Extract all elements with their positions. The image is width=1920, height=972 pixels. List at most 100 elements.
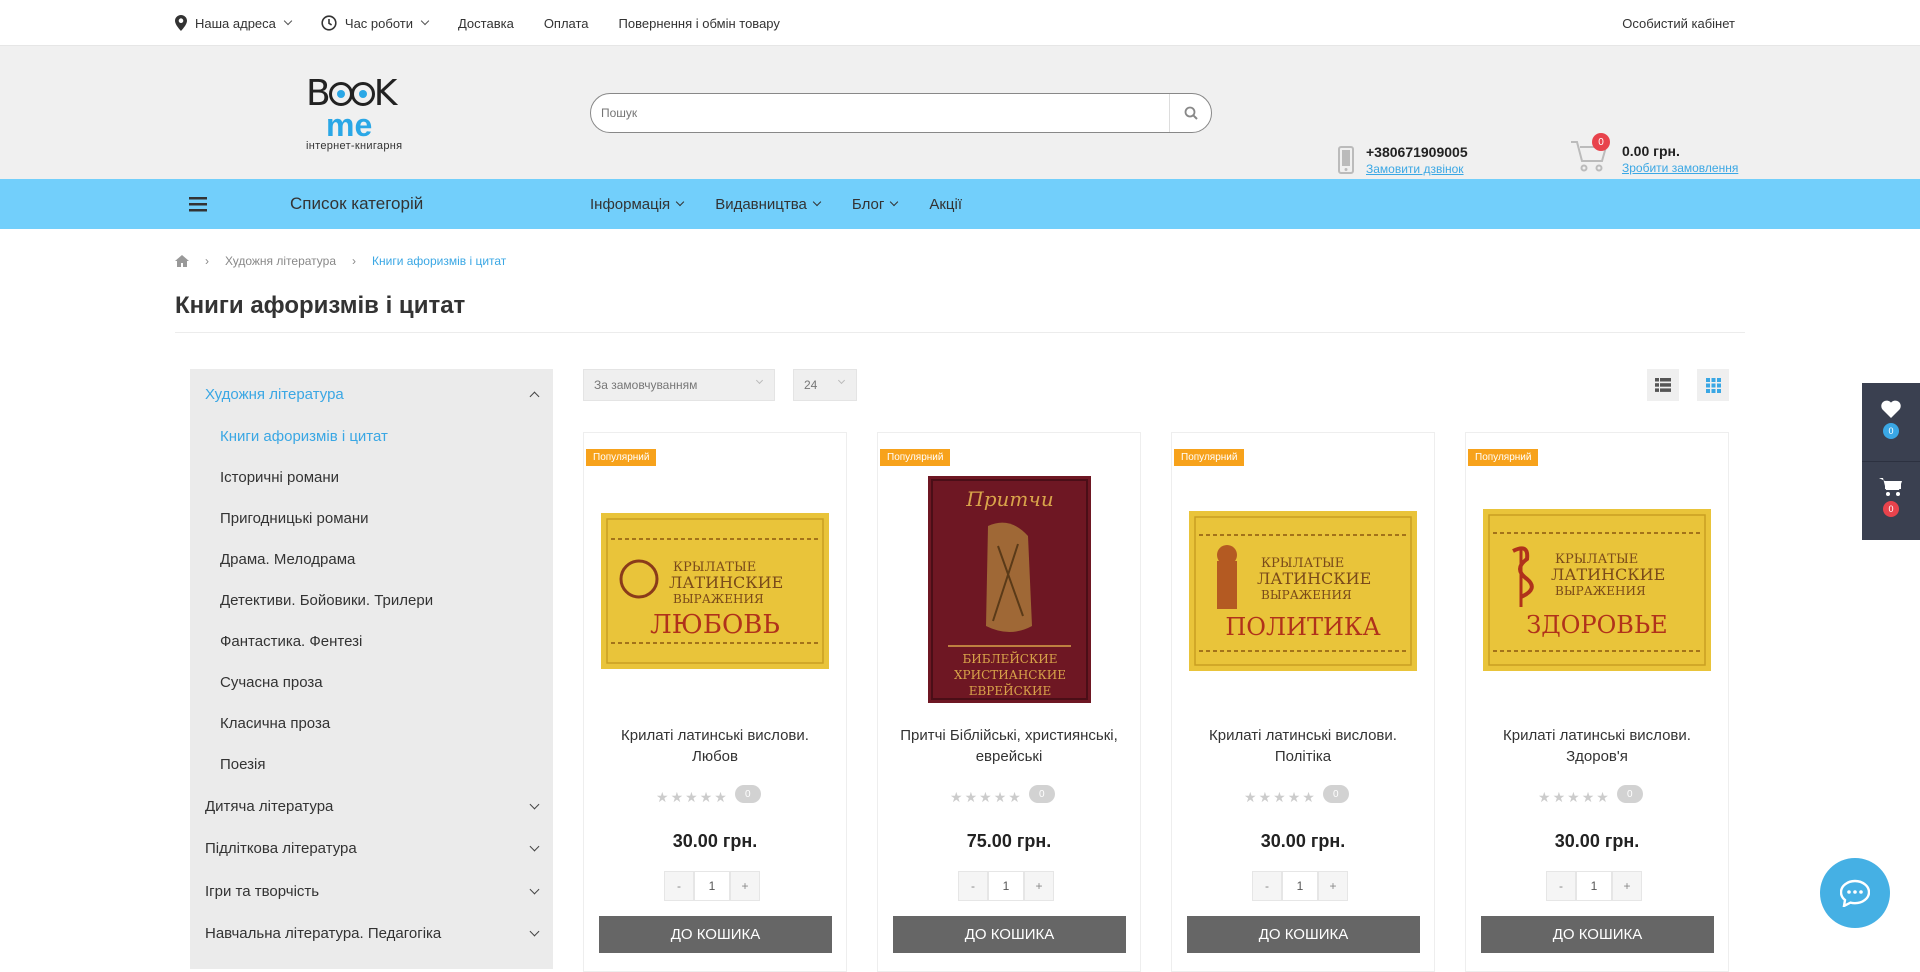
star-icon: ★ (1244, 790, 1257, 806)
product-image[interactable]: КРЫЛАТЫЕ ЛАТИНСКИЕ ВЫРАЖЕНИЯ ЗДОРОВЬЕ (1483, 509, 1711, 671)
chevron-down-icon[interactable] (529, 926, 540, 937)
sidebar-item-fiction[interactable]: Художня література (205, 386, 540, 403)
quantity-input[interactable]: 1 (988, 871, 1024, 901)
reviews-count-bubble[interactable]: 0 (734, 785, 761, 803)
nav-item-blog[interactable]: Блог (851, 195, 899, 213)
chevron-down-icon (283, 16, 293, 26)
decrease-button[interactable]: - (958, 871, 988, 901)
chat-button[interactable] (1820, 858, 1890, 928)
returns-link[interactable]: Повернення і обмін товару (619, 16, 780, 31)
sidebar-subitem-adventure[interactable]: Пригодницькі романи (220, 510, 369, 527)
quantity-input[interactable]: 1 (1576, 871, 1612, 901)
sidebar-subitem-classic-prose[interactable]: Класична проза (220, 715, 330, 732)
logo-letter: K (373, 73, 398, 114)
side-cart-button[interactable]: 0 (1862, 477, 1920, 555)
breadcrumb: › Художня література › Книги афоризмів і… (175, 254, 506, 268)
add-to-cart-button[interactable]: ДО КОШИКА (599, 916, 832, 953)
checkout-link[interactable]: Зробити замовлення (1622, 161, 1738, 175)
payment-link[interactable]: Оплата (544, 16, 589, 31)
sidebar-subitem-drama[interactable]: Драма. Мелодрама (220, 551, 355, 568)
account-link[interactable]: Особистий кабінет (1622, 16, 1735, 31)
chat-bubble-icon (1840, 879, 1870, 907)
reviews-count-bubble[interactable]: 0 (1322, 785, 1349, 803)
product-card: Популярний Притчи БИБЛЕЙСКИЕ ХРИСТИАНСКИ… (877, 432, 1141, 972)
sidebar-item-children[interactable]: Дитяча література (205, 798, 540, 815)
reviews-count-bubble[interactable]: 0 (1028, 785, 1055, 803)
chevron-up-icon[interactable] (529, 391, 540, 402)
nav-item-label: Блог (851, 195, 885, 213)
list-view-button[interactable] (1647, 369, 1679, 401)
breadcrumb-fiction[interactable]: Художня література (225, 254, 336, 268)
increase-button[interactable]: + (730, 871, 760, 901)
nav-item-promotions[interactable]: Акції (929, 196, 962, 213)
limit-select[interactable]: 24 (793, 369, 857, 401)
product-card: Популярний КРЫЛАТЫЕ ЛАТИНСКИЕ ВЫРАЖЕНИЯ … (1171, 432, 1435, 972)
product-name[interactable]: Крилаті латинські вислови. Любов (599, 725, 831, 767)
sidebar-item-games[interactable]: Ігри та творчість (205, 883, 540, 900)
cover-text: ЛАТИНСКИЕ (1551, 565, 1665, 584)
menu-toggle[interactable] (189, 196, 207, 217)
callback-link[interactable]: Замовити дзвінок (1366, 162, 1468, 176)
increase-button[interactable]: + (1318, 871, 1348, 901)
list-view-icon (1655, 378, 1671, 392)
add-to-cart-button[interactable]: ДО КОШИКА (1187, 916, 1420, 953)
product-name[interactable]: Притчі Біблійські, християнські, еврейсь… (893, 725, 1125, 767)
logo[interactable]: B K me інтернет-книгарня (306, 73, 416, 153)
popular-badge: Популярний (880, 449, 951, 466)
sort-select[interactable]: За замовчуванням (583, 369, 775, 401)
hours-label: Час роботи (344, 15, 413, 31)
quantity-input[interactable]: 1 (1282, 871, 1318, 901)
chevron-down-icon (755, 376, 764, 385)
increase-button[interactable]: + (1612, 871, 1642, 901)
sidebar-subitem-aphorisms[interactable]: Книги афоризмів і цитат (220, 428, 388, 445)
quantity-stepper: - 1 + (664, 871, 760, 901)
search-input[interactable] (601, 106, 1169, 120)
home-icon[interactable] (175, 255, 189, 267)
grid-view-button[interactable] (1697, 369, 1729, 401)
sidebar-subitem-historical[interactable]: Історичні романи (220, 469, 339, 486)
add-to-cart-button[interactable]: ДО КОШИКА (893, 916, 1126, 953)
wishlist-button[interactable]: 0 (1862, 399, 1920, 477)
reviews-count-bubble[interactable]: 0 (1616, 785, 1643, 803)
logo-eyes (328, 82, 375, 106)
sidebar-subitem-detective[interactable]: Детективи. Бойовики. Трилери (220, 592, 433, 609)
decrease-button[interactable]: - (1546, 871, 1576, 901)
add-to-cart-button[interactable]: ДО КОШИКА (1481, 916, 1714, 953)
product-image[interactable]: Притчи БИБЛЕЙСКИЕ ХРИСТИАНСКИЕ ЕВРЕЙСКИЕ (928, 476, 1091, 703)
phone-block: +380671909005 Замовити дзвінок (1338, 144, 1468, 176)
top-bar: Наша адреса Час роботи Доставка Оплата П… (0, 0, 1920, 46)
decrease-button[interactable]: - (664, 871, 694, 901)
address-dropdown[interactable]: Наша адреса (175, 15, 293, 31)
increase-button[interactable]: + (1024, 871, 1054, 901)
chevron-down-icon[interactable] (529, 884, 540, 895)
sidebar-item-teen[interactable]: Підліткова література (205, 840, 540, 857)
categories-list-title[interactable]: Список категорій (290, 194, 423, 214)
quantity-input[interactable]: 1 (694, 871, 730, 901)
decrease-button[interactable]: - (1252, 871, 1282, 901)
product-image[interactable]: КРЫЛАТЫЕ ЛАТИНСКИЕ ВЫРАЖЕНИЯ ПОЛИТИКА (1189, 511, 1417, 671)
header-cart[interactable]: 0 0.00 грн. Зробити замовлення (1570, 133, 1738, 178)
sidebar-item-education[interactable]: Навчальна література. Педагогіка (205, 925, 540, 942)
chevron-down-icon[interactable] (529, 841, 540, 852)
hours-dropdown[interactable]: Час роботи (321, 15, 430, 31)
product-image[interactable]: КРЫЛАТЫЕ ЛАТИНСКИЕ ВЫРАЖЕНИЯ ЛЮБОВЬ (601, 513, 829, 669)
product-name[interactable]: Крилаті латинські вислови. Здоров'я (1481, 725, 1713, 767)
popular-badge: Популярний (586, 449, 657, 466)
sidebar-subitem-modern-prose[interactable]: Сучасна проза (220, 674, 323, 691)
product-name[interactable]: Крилаті латинські вислови. Політіка (1187, 725, 1419, 767)
heart-icon (1881, 400, 1901, 418)
nav-item-publishers[interactable]: Видавництва (715, 196, 822, 213)
sidebar-subitem-fantasy[interactable]: Фантастика. Фентезі (220, 633, 362, 650)
sidebar-subitem-poetry[interactable]: Поезія (220, 756, 265, 773)
star-icon: ★ (1538, 790, 1551, 806)
cover-text: ЛАТИНСКИЕ (669, 573, 783, 592)
search-button[interactable] (1169, 94, 1211, 132)
rating: ★ ★ ★ ★ ★ 0 (1538, 785, 1643, 807)
breadcrumb-current: Книги афоризмів і цитат (372, 254, 507, 268)
nav-item-info[interactable]: Інформація (590, 196, 685, 213)
chevron-down-icon[interactable] (529, 799, 540, 810)
category-sidebar: Художня література Книги афоризмів і цит… (190, 369, 553, 969)
phone-number[interactable]: +380671909005 (1366, 144, 1468, 160)
star-icon: ★ (1567, 790, 1580, 806)
delivery-link[interactable]: Доставка (458, 16, 514, 31)
